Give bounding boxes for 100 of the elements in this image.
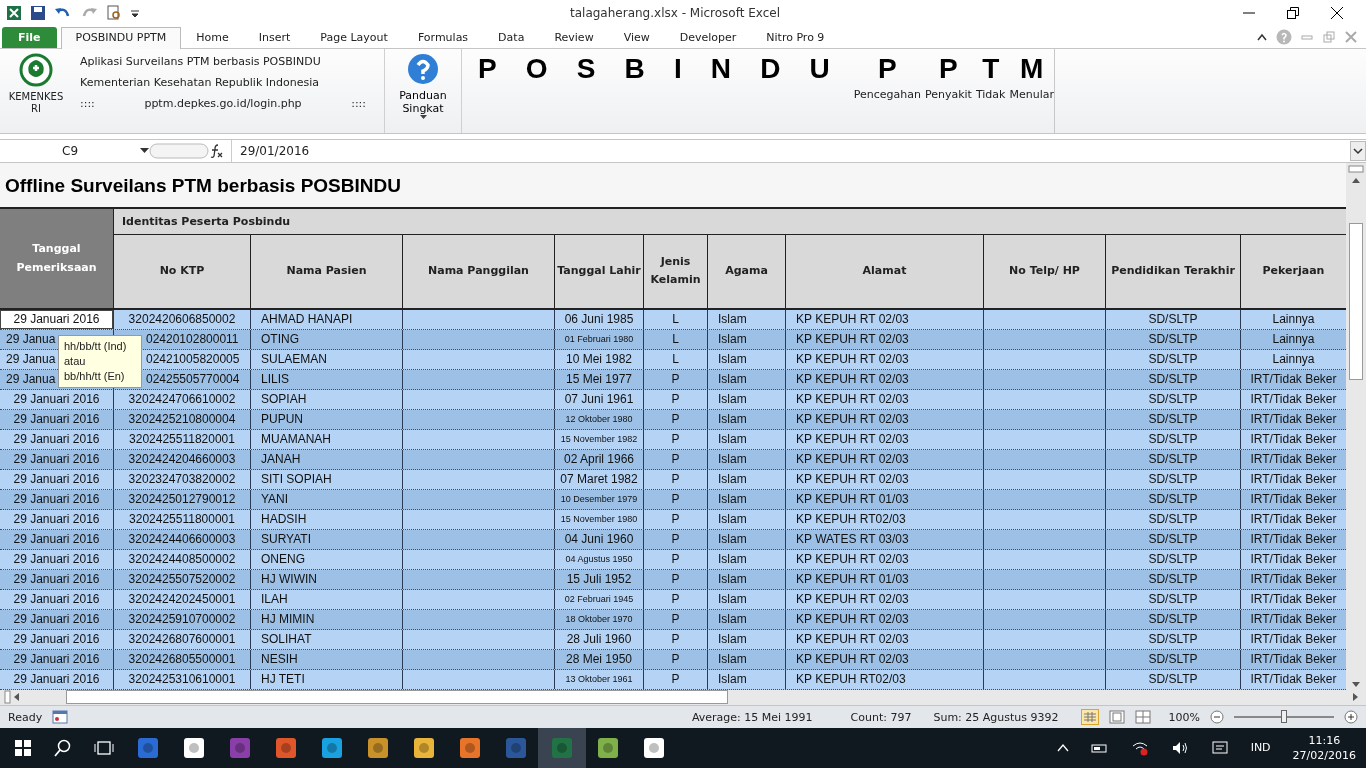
sex-cell: P xyxy=(643,489,707,509)
notification-icon[interactable] xyxy=(1210,740,1229,756)
close-icon[interactable] xyxy=(1330,6,1344,21)
religion-cell: Islam xyxy=(707,529,785,549)
macro-record-icon[interactable] xyxy=(52,710,69,725)
education-cell: SD/SLTP xyxy=(1105,649,1240,669)
page-break-icon[interactable] xyxy=(1134,710,1151,725)
ribbon-tab[interactable]: View xyxy=(608,26,665,48)
zoom-out-icon[interactable] xyxy=(1210,710,1224,725)
normal-view-icon[interactable] xyxy=(1080,709,1099,726)
guide-button[interactable]: Panduan Singkat xyxy=(391,48,455,133)
id-number-cell: 3202425507520002 xyxy=(113,569,250,589)
ribbon-tab[interactable]: Home xyxy=(181,26,244,48)
title-letter: D xyxy=(760,52,781,86)
battery-icon[interactable] xyxy=(1090,742,1109,754)
id-number-cell: 3202425910700002 xyxy=(113,609,250,629)
save-icon[interactable] xyxy=(30,5,46,22)
clock-date[interactable]: 27/02/2016 xyxy=(1292,748,1356,763)
ribbon-tab[interactable]: Data xyxy=(483,26,540,48)
education-cell: SD/SLTP xyxy=(1105,589,1240,609)
status-text: Ready xyxy=(8,710,43,724)
ribbon-tab[interactable]: POSBINDU PPTM xyxy=(60,26,182,49)
exam-date-cell[interactable]: 29 Januari 2016 xyxy=(0,449,113,469)
zoom-in-icon[interactable] xyxy=(1344,710,1358,725)
network-icon[interactable] xyxy=(1130,740,1149,756)
exam-date-cell[interactable]: 29 Januari 2016 xyxy=(0,489,113,509)
column-header: No KTP xyxy=(113,234,250,308)
volume-icon[interactable] xyxy=(1170,740,1189,756)
exam-date-cell[interactable]: 29 Januari 2016 xyxy=(0,509,113,529)
scrollbar-thumb[interactable] xyxy=(1349,222,1363,380)
print-preview-icon[interactable] xyxy=(106,5,122,22)
zoom-slider-thumb[interactable] xyxy=(1281,710,1287,724)
name-box[interactable]: C9 xyxy=(0,139,140,162)
scrollbar-thumb[interactable] xyxy=(66,690,728,705)
exam-date-cell[interactable]: 29 Januari 2016 xyxy=(0,389,113,409)
religion-cell: Islam xyxy=(707,649,785,669)
birth-date-cell: 07 Juni 1961 xyxy=(554,389,643,409)
ribbon-tab[interactable]: Insert xyxy=(243,26,306,48)
exam-date-cell[interactable]: 29 Januari 2016 xyxy=(0,529,113,549)
sex-cell: P xyxy=(643,369,707,389)
collapse-ribbon-icon[interactable] xyxy=(1256,31,1268,42)
task-view-icon[interactable] xyxy=(94,740,114,756)
birth-date-cell: 15 Mei 1977 xyxy=(554,369,643,389)
status-sum: Sum: 25 Agustus 9392 xyxy=(933,710,1059,724)
exam-date-cell[interactable]: 29 Januari 2016 xyxy=(0,629,113,649)
ribbon-tab[interactable]: Page Layout xyxy=(305,26,403,48)
exam-date-cell[interactable]: 29 Januari 2016 xyxy=(0,609,113,629)
birth-date-cell: 15 Juli 1952 xyxy=(554,569,643,589)
ribbon-tab[interactable]: Formulas xyxy=(402,26,484,48)
sex-cell: P xyxy=(643,509,707,529)
dropdown-icon[interactable] xyxy=(140,147,149,154)
birth-date-cell: 18 Oktober 1970 xyxy=(554,609,643,629)
exam-date-cell[interactable]: 29 Januari 2016 xyxy=(0,549,113,569)
sex-cell: P xyxy=(643,409,707,429)
birth-date-cell: 01 Februari 1980 xyxy=(554,329,643,349)
exam-date-cell[interactable]: 29 Januari 2016 xyxy=(0,429,113,449)
patient-name-cell: SULAEMAN xyxy=(250,349,402,369)
birth-date-cell: 02 Februari 1945 xyxy=(554,589,643,609)
expand-icon[interactable] xyxy=(1350,140,1366,161)
split-handle[interactable] xyxy=(1348,164,1364,173)
ribbon-tab[interactable]: Review xyxy=(539,26,609,48)
splitter-handle[interactable] xyxy=(149,141,209,160)
exam-date-cell[interactable]: 29 Januari 2016 xyxy=(0,649,113,669)
address-cell: KP KEPUH RT 02/03 xyxy=(785,329,983,349)
patient-name-cell: SOPIAH xyxy=(250,389,402,409)
column-header: No Telp/ HP xyxy=(983,234,1105,308)
search-icon[interactable] xyxy=(54,739,72,757)
window-title: talagaherang.xlsx - Microsoft Excel xyxy=(569,6,781,21)
address-cell: KP KEPUH RT02/03 xyxy=(785,509,983,529)
start-icon[interactable] xyxy=(14,739,32,757)
address-cell: KP KEPUH RT 01/03 xyxy=(785,489,983,509)
page-layout-icon[interactable] xyxy=(1108,710,1125,725)
education-cell: SD/SLTP xyxy=(1105,309,1240,329)
function-icon[interactable] xyxy=(209,143,223,158)
sex-cell: L xyxy=(643,329,707,349)
zoom-level[interactable]: 100% xyxy=(1168,710,1200,724)
education-cell: SD/SLTP xyxy=(1105,529,1240,549)
website-link[interactable]: pptm.depkes.go.id/login.php xyxy=(144,96,302,110)
restore-icon[interactable] xyxy=(1286,6,1300,21)
file-tab[interactable]: File xyxy=(2,26,57,48)
clock-time[interactable]: 11:16 xyxy=(1308,733,1341,748)
exam-date-cell[interactable]: 29 Januari 2016 xyxy=(0,469,113,489)
patient-name-cell: SURYATI xyxy=(250,529,402,549)
exam-date-cell[interactable]: 29 Januari 2016 xyxy=(0,409,113,429)
title-letter: O xyxy=(525,52,548,86)
id-number-cell: 3202425511820001 xyxy=(113,429,250,449)
address-cell: KP KEPUH RT 02/03 xyxy=(785,649,983,669)
patient-name-cell: SITI SOPIAH xyxy=(250,469,402,489)
sex-cell: P xyxy=(643,609,707,629)
exam-date-cell[interactable]: 29 Januari 2016 xyxy=(0,569,113,589)
input-language[interactable]: IND xyxy=(1250,741,1271,755)
address-cell: KP KEPUH RT 02/03 xyxy=(785,369,983,389)
title-letter: T xyxy=(982,52,1000,85)
ribbon-tab[interactable]: Developer xyxy=(664,26,752,48)
patient-name-cell: OTING xyxy=(250,329,402,349)
birth-date-cell: 13 Oktober 1961 xyxy=(554,669,643,689)
exam-date-cell[interactable]: 29 Januari 2016 xyxy=(0,669,113,689)
exam-date-cell[interactable]: 29 Januari 2016 xyxy=(0,589,113,609)
sex-cell: P xyxy=(643,469,707,489)
ribbon-tab[interactable]: Nitro Pro 9 xyxy=(751,26,840,48)
